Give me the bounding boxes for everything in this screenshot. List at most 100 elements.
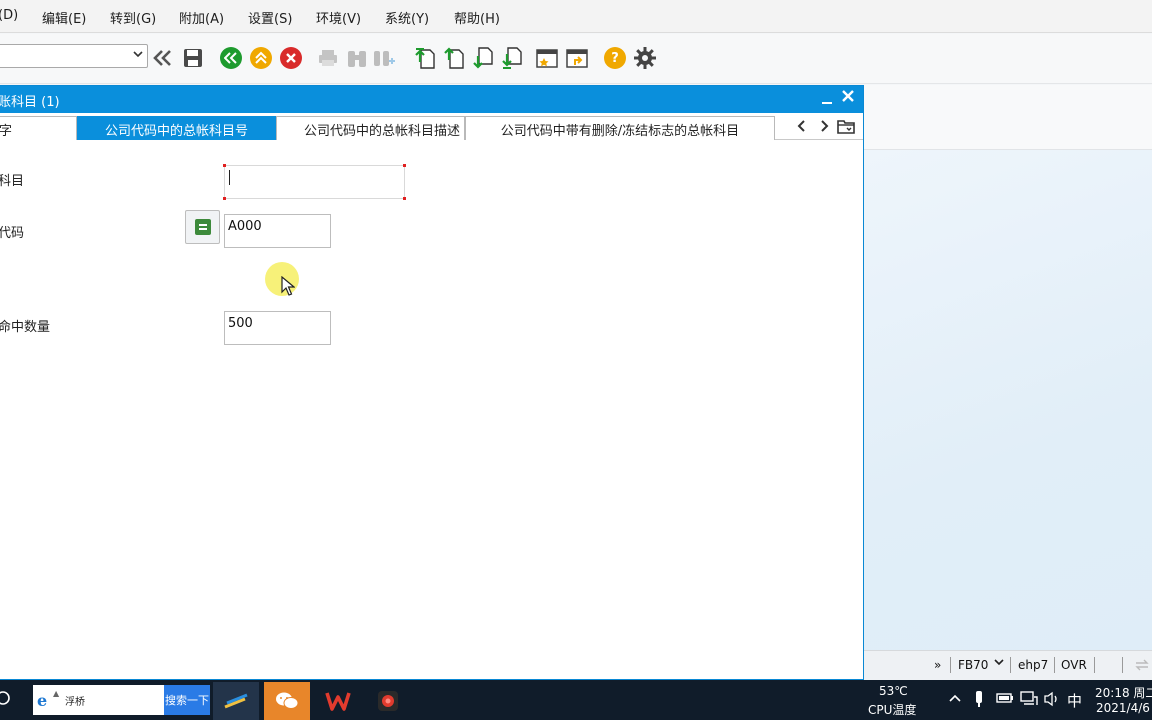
command-input[interactable] bbox=[1, 47, 121, 65]
status-transaction[interactable]: FB70 bbox=[958, 658, 988, 672]
chevron-right-icon[interactable] bbox=[817, 119, 831, 135]
taskbar-app-recorder[interactable] bbox=[365, 682, 411, 720]
minimize-icon[interactable] bbox=[820, 90, 836, 108]
back-icon[interactable] bbox=[219, 46, 243, 70]
chevron-down-icon[interactable] bbox=[132, 49, 144, 63]
wechat-icon bbox=[276, 692, 299, 709]
battery-icon[interactable] bbox=[996, 692, 1014, 708]
previous-page-icon[interactable] bbox=[442, 46, 466, 70]
menu-item-extras[interactable]: 附加(A) bbox=[179, 8, 224, 27]
search-help-dialog: 账科目 (1) 字 公司代码中的总帐科目号 公司代码中的总帐科目描述 公司代码中… bbox=[0, 85, 864, 680]
first-page-icon[interactable] bbox=[413, 46, 437, 70]
status-divider bbox=[1010, 657, 1011, 673]
new-session-icon[interactable] bbox=[535, 46, 559, 70]
list-icon bbox=[194, 219, 211, 235]
close-icon[interactable] bbox=[841, 88, 859, 108]
last-page-icon[interactable] bbox=[500, 46, 524, 70]
mouse-cursor-icon bbox=[281, 276, 295, 296]
status-divider bbox=[1094, 657, 1095, 673]
taskbar-app-sap[interactable] bbox=[213, 682, 259, 720]
tab-label: 公司代码中的总帐科目描述 bbox=[303, 124, 460, 139]
chevron-down-icon[interactable] bbox=[994, 656, 1004, 670]
usb-icon[interactable] bbox=[974, 690, 984, 712]
find-icon[interactable] bbox=[345, 46, 369, 70]
wps-icon bbox=[325, 692, 351, 711]
company-code-field[interactable] bbox=[224, 214, 331, 248]
menu-item-edit[interactable]: 编辑(E) bbox=[42, 8, 86, 27]
cancel-icon[interactable] bbox=[279, 46, 303, 70]
status-bar: » FB70 ehp7 OVR bbox=[864, 650, 1152, 680]
company-code-label: 代码 bbox=[0, 226, 25, 241]
record-icon bbox=[378, 691, 398, 711]
status-divider bbox=[1122, 657, 1123, 673]
ime-indicator[interactable]: 中 bbox=[1067, 690, 1082, 711]
background-area bbox=[864, 150, 1152, 650]
menu-item-settings[interactable]: 设置(S) bbox=[248, 8, 292, 27]
shortcut-icon[interactable] bbox=[565, 46, 589, 70]
sap-logon-icon bbox=[224, 693, 248, 709]
taskbar-search-button[interactable]: 搜索一下 bbox=[164, 685, 210, 715]
command-field[interactable] bbox=[0, 44, 148, 68]
taskbar-app-wps[interactable] bbox=[315, 682, 361, 720]
tab-list-icon[interactable] bbox=[837, 119, 855, 135]
max-hits-input[interactable] bbox=[228, 314, 325, 332]
toolbar: ? bbox=[0, 34, 1152, 84]
print-icon[interactable] bbox=[316, 46, 340, 70]
help-icon[interactable]: ? bbox=[603, 46, 627, 70]
chevron-up-icon[interactable] bbox=[948, 692, 962, 708]
account-field[interactable] bbox=[223, 164, 406, 200]
menu-item-environment[interactable]: 环境(V) bbox=[316, 8, 361, 27]
menu-item-help[interactable]: 帮助(H) bbox=[454, 8, 500, 27]
menu-item-goto[interactable]: 转到(G) bbox=[110, 8, 156, 27]
cpu-temperature: 53℃ bbox=[879, 684, 908, 698]
find-next-icon[interactable] bbox=[372, 46, 396, 70]
taskbar-search-box[interactable]: e ▲ 浮桥 bbox=[33, 685, 164, 715]
next-page-icon[interactable] bbox=[471, 46, 495, 70]
ie-icon: e bbox=[37, 691, 48, 710]
focus-corner bbox=[403, 197, 406, 200]
account-label: 科目 bbox=[0, 174, 25, 189]
status-system: ehp7 bbox=[1018, 658, 1049, 672]
tab-account-description[interactable]: 公司代码中的总帐科目描述 bbox=[276, 116, 465, 140]
settings-icon[interactable] bbox=[633, 46, 657, 70]
text-caret bbox=[229, 170, 230, 185]
refresh-icon[interactable] bbox=[1134, 658, 1150, 675]
status-divider bbox=[950, 657, 951, 673]
company-code-input[interactable] bbox=[228, 217, 325, 235]
volume-icon[interactable] bbox=[1043, 691, 1061, 711]
max-hits-field[interactable] bbox=[224, 311, 331, 345]
status-mode[interactable]: OVR bbox=[1061, 658, 1087, 672]
tab-account-number[interactable]: 公司代码中的总帐科目号 bbox=[77, 116, 276, 140]
tab-label: 公司代码中带有删除/冻结标志的总帐科目 bbox=[500, 124, 740, 139]
network-icon[interactable] bbox=[1020, 691, 1038, 711]
tab-label: 公司代码中的总帐科目号 bbox=[104, 124, 248, 139]
taskbar-search-text: 浮桥 bbox=[65, 697, 85, 708]
max-hits-label: 命中数量 bbox=[0, 320, 51, 335]
taskbar-app-wechat[interactable] bbox=[264, 682, 310, 720]
tab-label: 字 bbox=[0, 124, 13, 139]
matchcode-button[interactable] bbox=[185, 210, 220, 244]
back-double-icon[interactable] bbox=[151, 46, 175, 70]
exit-icon[interactable] bbox=[249, 46, 273, 70]
tab-strip: 字 公司代码中的总帐科目号 公司代码中的总帐科目描述 公司代码中带有删除/冻结标… bbox=[0, 114, 863, 140]
dialog-title-bar[interactable]: 账科目 (1) bbox=[0, 86, 863, 113]
account-input[interactable] bbox=[228, 168, 399, 186]
save-icon[interactable] bbox=[181, 46, 205, 70]
chevron-left-icon[interactable] bbox=[795, 119, 809, 135]
status-expand-icon[interactable]: » bbox=[934, 658, 941, 672]
taskbar: e ▲ 浮桥 搜索一下 53℃ CPU温度 中 20:18 周二 2021/4/… bbox=[0, 680, 1152, 720]
tab-blocked-accounts[interactable]: 公司代码中带有删除/冻结标志的总帐科目 bbox=[465, 116, 775, 140]
dialog-title: 账科目 (1) bbox=[0, 95, 60, 110]
background-toolbar-strip bbox=[864, 85, 1152, 150]
tab-partial[interactable]: 字 bbox=[0, 116, 77, 140]
caret-up-icon: ▲ bbox=[53, 689, 60, 698]
menu-bar: (D) 编辑(E) 转到(G) 附加(A) 设置(S) 环境(V) 系统(Y) … bbox=[0, 0, 1152, 33]
status-divider bbox=[1054, 657, 1055, 673]
focus-corner bbox=[223, 197, 226, 200]
cpu-temperature-label: CPU温度 bbox=[868, 703, 917, 717]
clock-date[interactable]: 2021/4/6 bbox=[1096, 701, 1150, 715]
search-icon[interactable] bbox=[0, 690, 14, 714]
menu-item-partial[interactable]: (D) bbox=[0, 8, 18, 23]
menu-item-system[interactable]: 系统(Y) bbox=[385, 8, 429, 27]
clock-time[interactable]: 20:18 周二 bbox=[1095, 684, 1152, 701]
